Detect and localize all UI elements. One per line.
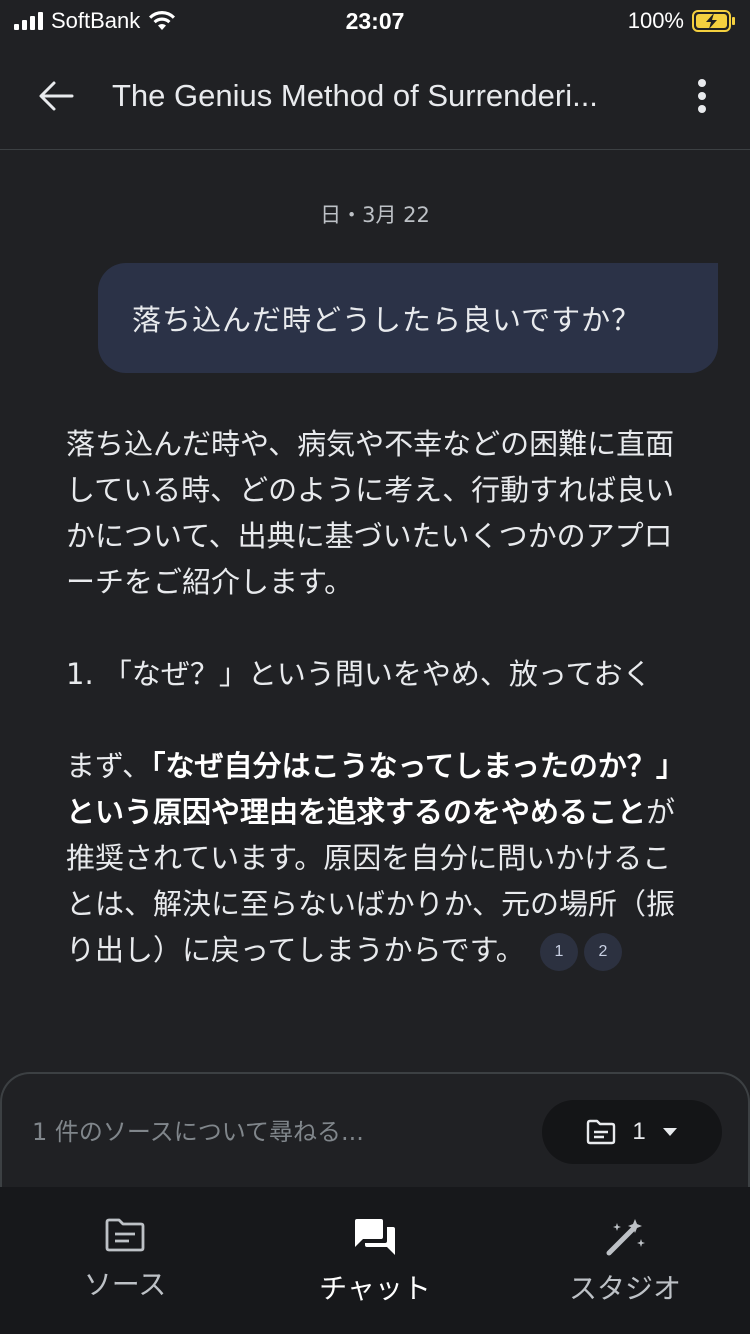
composer: 1 xyxy=(0,1072,750,1187)
source-selector-button[interactable]: 1 xyxy=(542,1100,722,1164)
chat-area[interactable]: 日・3月 22 落ち込んだ時どうしたら良いですか？ 落ち込んだ時や、病気や不幸な… xyxy=(0,151,750,1071)
reply-heading: 1. 「なぜ？」という問いをやめ、放っておく xyxy=(66,657,652,691)
nav-chat-label: チャット xyxy=(319,1272,431,1305)
folder-icon xyxy=(587,1119,616,1145)
caret-down-icon xyxy=(662,1128,677,1136)
app-bar: The Genius Method of Surrenderi... xyxy=(0,42,750,150)
citation-1[interactable]: 1 xyxy=(540,933,578,971)
battery-charging-icon xyxy=(692,10,735,32)
status-left: SoftBank xyxy=(14,8,176,34)
studio-icon xyxy=(606,1219,645,1256)
status-bar: SoftBank 23:07 100% xyxy=(0,0,750,42)
more-vertical-icon xyxy=(698,78,706,113)
source-count: 1 xyxy=(632,1118,646,1145)
arrow-left-icon xyxy=(39,81,74,110)
wifi-icon xyxy=(149,10,176,30)
nav-studio[interactable]: スタジオ xyxy=(500,1187,750,1334)
status-right: 100% xyxy=(628,8,736,34)
reply-body-bold: 「なぜ自分はこうなってしまったのか？」という原因や理由を追求するのをやめること xyxy=(66,749,685,829)
more-options-button[interactable] xyxy=(654,42,750,150)
sources-icon xyxy=(105,1218,145,1252)
query-input[interactable] xyxy=(32,1112,512,1152)
chat-icon xyxy=(355,1219,395,1255)
back-button[interactable] xyxy=(0,42,112,150)
citation-2[interactable]: 2 xyxy=(584,933,622,971)
bottom-navigation: ソース チャット スタジオ xyxy=(0,1187,750,1334)
nav-studio-label: スタジオ xyxy=(568,1272,681,1305)
reply-intro: 落ち込んだ時や、病気や不幸などの困難に直面している時、どのように考え、行動すれば… xyxy=(66,427,675,599)
reply-body: まず、「なぜ自分はこうなってしまったのか？」という原因や理由を追求するのをやめる… xyxy=(66,743,686,973)
nav-chat[interactable]: チャット xyxy=(250,1187,500,1334)
user-message-text: 落ち込んだ時どうしたら良いですか？ xyxy=(132,303,642,337)
user-message-bubble: 落ち込んだ時どうしたら良いですか？ xyxy=(98,263,718,373)
assistant-reply: 落ち込んだ時や、病気や不幸などの困難に直面している時、どのように考え、行動すれば… xyxy=(66,421,686,1019)
cellular-signal-icon xyxy=(14,12,43,30)
date-separator: 日・3月 22 xyxy=(320,203,430,227)
battery-percent: 100% xyxy=(627,8,684,33)
reply-body-pre: まず、 xyxy=(66,749,151,783)
notebook-title: The Genius Method of Surrenderi... xyxy=(112,77,598,113)
carrier-name: SoftBank xyxy=(51,8,141,33)
nav-sources-label: ソース xyxy=(83,1268,167,1301)
nav-sources[interactable]: ソース xyxy=(0,1187,250,1334)
